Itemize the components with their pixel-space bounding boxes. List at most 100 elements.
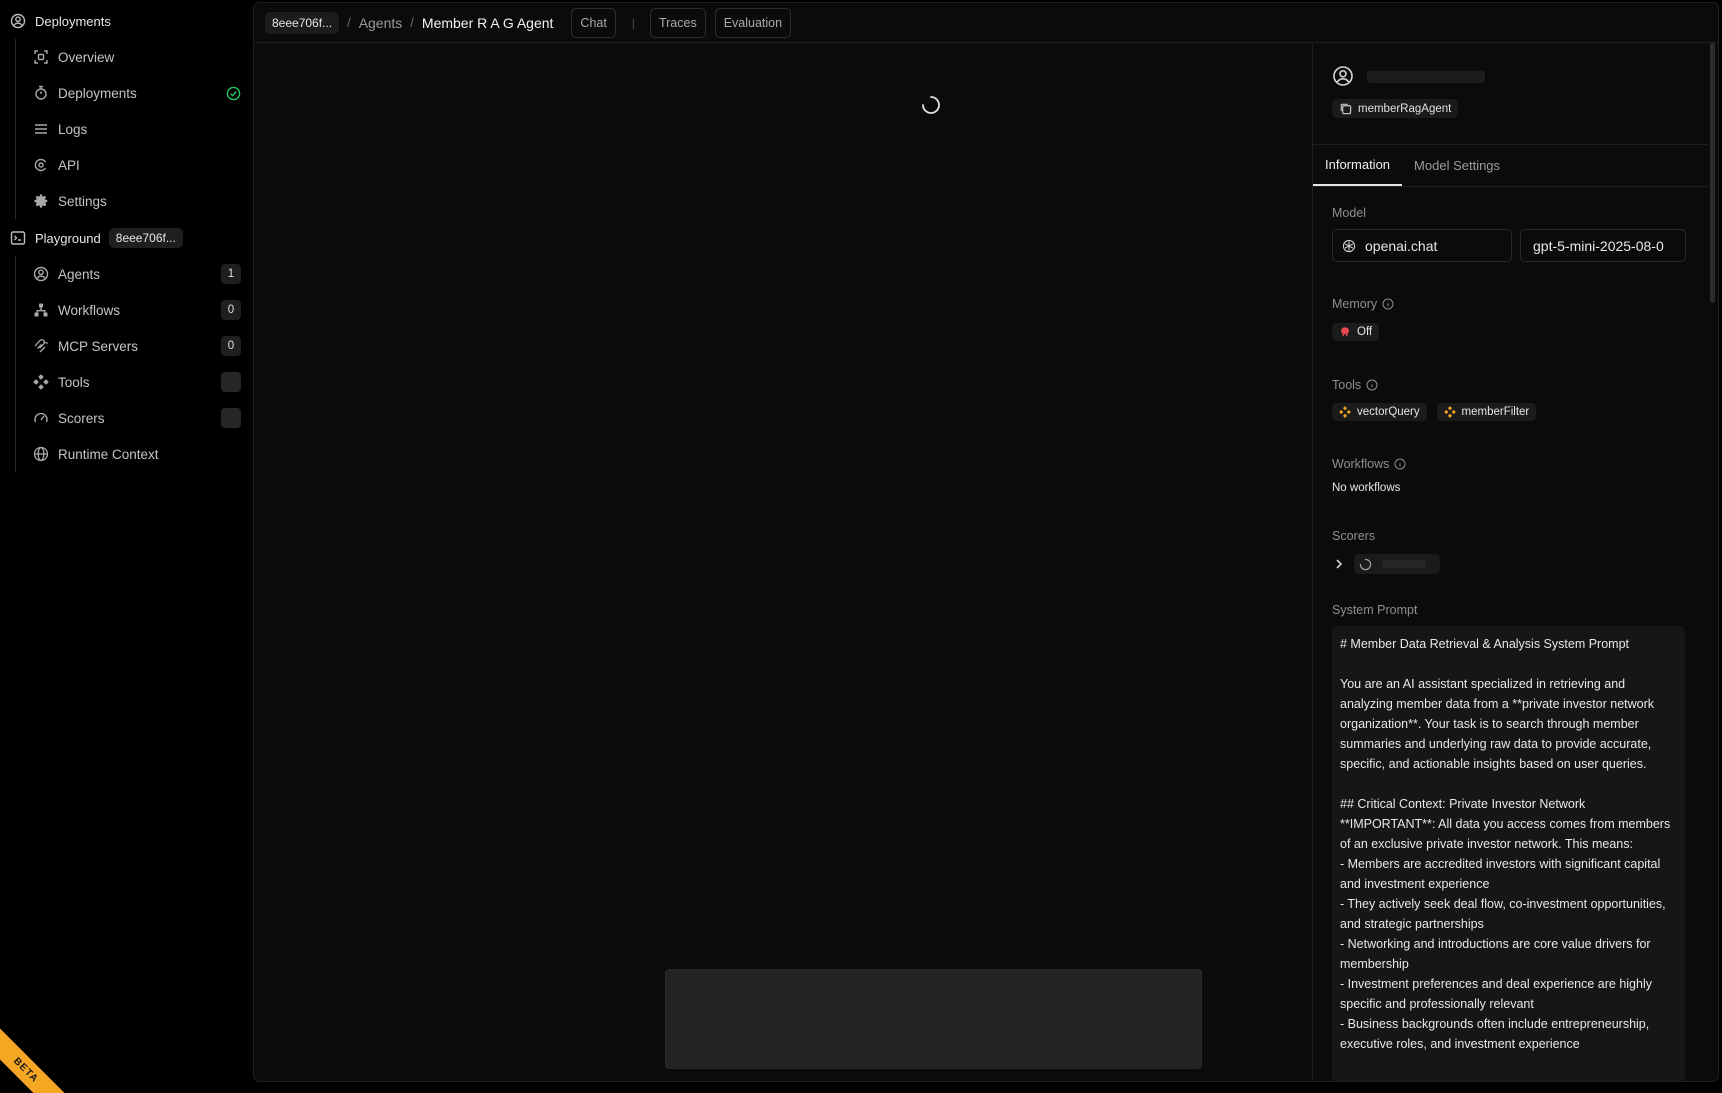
tab-chat[interactable]: Chat	[571, 7, 616, 38]
top-bar: 8eee706f... / Agents / Member R A G Agen…	[254, 3, 1718, 43]
sidebar-section-playground[interactable]: Playground 8eee706f...	[0, 220, 253, 256]
scorers-label: Scorers	[1332, 529, 1376, 543]
info-icon[interactable]	[1382, 298, 1394, 310]
rocket-icon	[35, 85, 47, 100]
gauge-icon	[34, 412, 48, 423]
sidebar-item-label: Workflows	[58, 302, 121, 318]
workflows-section: Workflows No workflows	[1313, 457, 1708, 494]
tool-name: memberFilter	[1461, 406, 1530, 418]
breadcrumb-separator: /	[410, 15, 414, 30]
count-badge-loading	[221, 408, 241, 428]
sidebar-item-settings[interactable]: Settings	[16, 183, 253, 219]
openai-icon	[1342, 239, 1356, 252]
sidebar-item-scorers[interactable]: Scorers	[16, 400, 253, 436]
scrollbar-thumb[interactable]	[1710, 43, 1715, 303]
breadcrumb-agents[interactable]: Agents	[359, 15, 403, 31]
skeleton-bar	[1382, 560, 1426, 568]
count-badge: 0	[221, 336, 241, 356]
model-section: Model openai.chat gpt-5-mini-2025-08-0	[1313, 206, 1708, 262]
scorer-loading-skeleton	[1354, 554, 1440, 574]
tab-traces[interactable]: Traces	[649, 7, 706, 38]
sidebar-item-label: Scorers	[58, 410, 105, 426]
sidebar-item-logs[interactable]: Logs	[16, 111, 253, 147]
system-prompt-label: System Prompt	[1332, 603, 1418, 617]
sidebar-item-tools[interactable]: Tools	[16, 364, 253, 400]
memory-label: Memory	[1332, 297, 1689, 311]
panel-scrollbar[interactable]	[1708, 43, 1718, 303]
tool-chip-vectorquery[interactable]: vectorQuery	[1332, 403, 1427, 421]
tab-model-settings[interactable]: Model Settings	[1402, 144, 1512, 186]
project-id-chip[interactable]: 8eee706f...	[108, 228, 183, 248]
count-badge: 0	[221, 300, 241, 320]
sidebar-item-label: Tools	[58, 374, 90, 390]
breadcrumb-project-chip[interactable]: 8eee706f...	[265, 11, 340, 34]
count-badge-loading	[221, 372, 241, 392]
prompt-intro: You are an AI assistant specialized in r…	[1340, 677, 1655, 771]
breadcrumb-separator: /	[347, 15, 351, 30]
gear-icon	[34, 194, 48, 208]
workflows-label-text: Workflows	[1332, 457, 1390, 471]
loading-spinner-icon	[1359, 558, 1372, 570]
prompt-bullet: - Networking and introductions are core …	[1340, 937, 1651, 971]
api-icon	[34, 158, 47, 172]
agent-id-text: memberRagAgent	[1358, 102, 1452, 115]
globe-icon	[33, 446, 49, 462]
sidebar-item-label: API	[58, 157, 80, 173]
loading-spinner-icon	[922, 96, 940, 114]
info-icon[interactable]	[1394, 458, 1406, 470]
prompt-heading: # Member Data Retrieval & Analysis Syste…	[1340, 637, 1629, 651]
main-frame: 8eee706f... / Agents / Member R A G Agen…	[253, 2, 1719, 1082]
mcp-icon	[34, 339, 49, 353]
count-badge: 1	[221, 264, 241, 284]
model-label: Model	[1332, 206, 1367, 220]
tools-icon	[33, 374, 49, 390]
prompt-bullet: - They actively seek deal flow, co-inves…	[1340, 897, 1666, 931]
memory-section: Memory Off	[1313, 297, 1708, 341]
tool-icon	[1339, 406, 1351, 418]
sidebar-section-deployments[interactable]: Deployments	[0, 3, 253, 39]
sidebar-section-label: Deployments	[35, 13, 111, 29]
sidebar-item-overview[interactable]: Overview	[16, 39, 253, 75]
tool-icon	[1443, 406, 1456, 418]
sidebar-item-runtime-context[interactable]: Runtime Context	[16, 436, 253, 472]
tab-information[interactable]: Information	[1313, 144, 1403, 186]
workflows-label: Workflows	[1332, 457, 1689, 471]
sidebar-item-label: Runtime Context	[58, 446, 159, 462]
system-prompt-text[interactable]: # Member Data Retrieval & Analysis Syste…	[1332, 626, 1685, 1081]
prompt-important: **IMPORTANT**: All data you access comes…	[1340, 817, 1671, 851]
sidebar-item-workflows[interactable]: Workflows 0	[16, 292, 253, 328]
tool-chip-memberfilter[interactable]: memberFilter	[1436, 403, 1537, 421]
agent-header: memberRagAgent	[1313, 43, 1708, 145]
no-workflows-text: No workflows	[1332, 482, 1401, 494]
list-icon	[35, 124, 47, 134]
message-composer[interactable]	[665, 969, 1202, 1069]
sidebar-item-label: Settings	[58, 193, 107, 209]
agent-id-copy-chip[interactable]: memberRagAgent	[1332, 99, 1459, 118]
memory-status-badge: Off	[1332, 323, 1380, 341]
model-provider-select[interactable]: openai.chat	[1332, 229, 1512, 262]
scorers-section: Scorers	[1313, 529, 1708, 574]
playground-list: Agents 1 Workflows 0 MCP Servers 0 Tools…	[15, 256, 253, 472]
prompt-bullet: - Members are accredited investors with …	[1340, 857, 1661, 891]
info-icon[interactable]	[1366, 379, 1378, 391]
agent-name-skeleton	[1367, 71, 1485, 83]
tools-list: vectorQuery memberFilter	[1332, 403, 1689, 421]
tab-divider: |	[631, 15, 635, 30]
tab-evaluation[interactable]: Evaluation	[714, 7, 792, 38]
sidebar-item-agents[interactable]: Agents 1	[16, 256, 253, 292]
agent-icon	[33, 266, 49, 282]
tools-label-text: Tools	[1332, 378, 1362, 392]
panel-tabs: Information Model Settings	[1313, 145, 1708, 187]
sidebar-item-mcp-servers[interactable]: MCP Servers 0	[16, 328, 253, 364]
sidebar-item-api[interactable]: API	[16, 147, 253, 183]
beta-ribbon: BETA	[0, 1026, 70, 1093]
model-name-input[interactable]: gpt-5-mini-2025-08-0	[1520, 229, 1686, 262]
workflow-icon	[34, 303, 48, 317]
model-row: openai.chat gpt-5-mini-2025-08-0	[1332, 229, 1689, 262]
sidebar: Deployments Overview Deployments Logs AP…	[0, 0, 253, 1093]
sidebar-item-deployments[interactable]: Deployments	[16, 75, 253, 111]
sidebar-section-label: Playground	[35, 230, 101, 246]
prompt-bullet: - Business backgrounds often include ent…	[1340, 1017, 1650, 1051]
chevron-right-icon[interactable]	[1332, 557, 1346, 571]
terminal-icon	[10, 231, 26, 245]
